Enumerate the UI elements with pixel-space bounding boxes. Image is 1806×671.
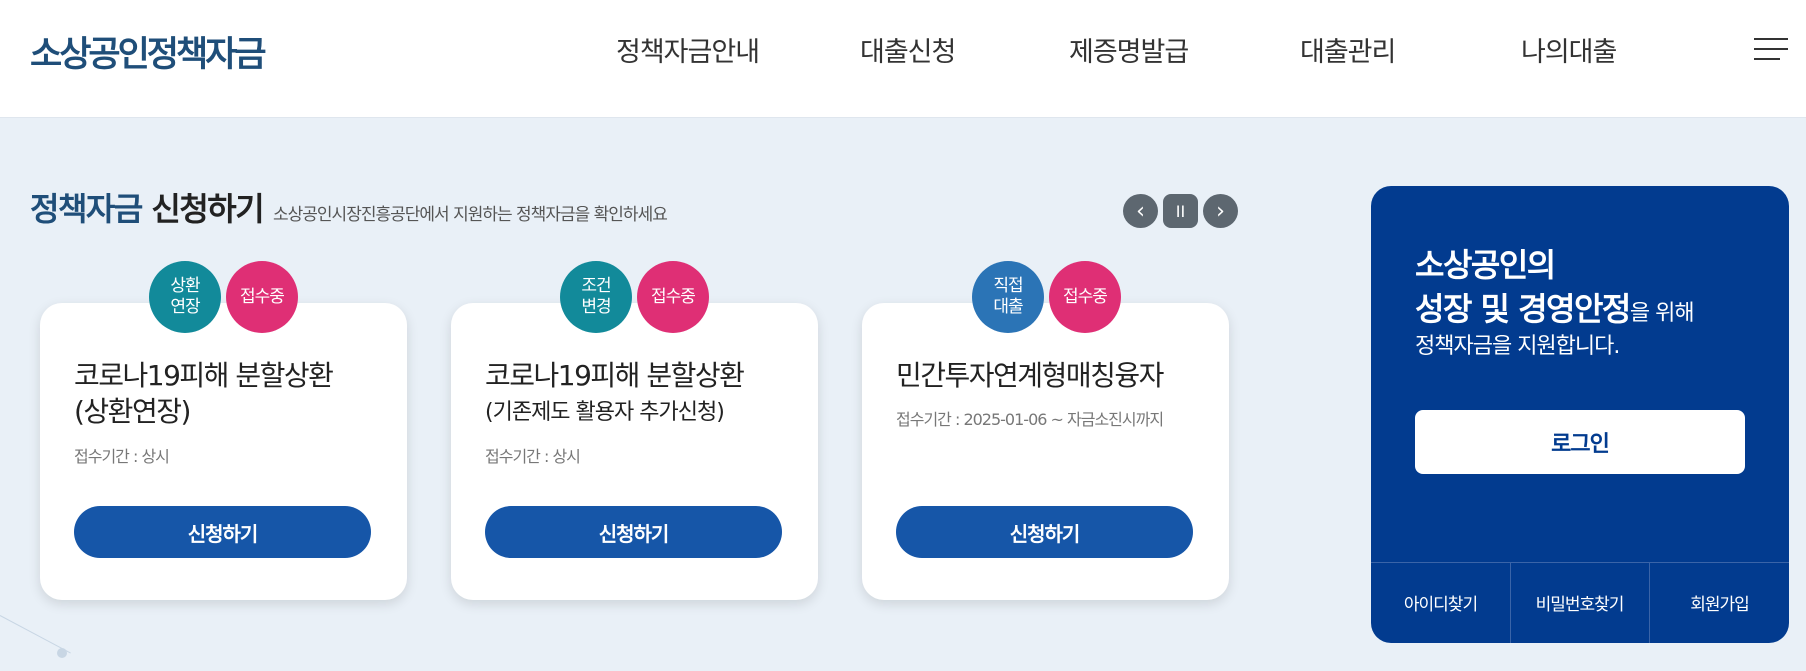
find-password-link[interactable]: 비밀번호찾기	[1510, 562, 1649, 643]
sign-up-link[interactable]: 회원가입	[1650, 562, 1789, 643]
badge-type: 직접 대출	[972, 261, 1044, 333]
badge-status: 접수중	[226, 261, 298, 333]
card-title: 코로나19피해 분할상환	[485, 359, 745, 392]
hamburger-line	[1754, 48, 1788, 50]
login-button[interactable]: 로그인	[1415, 410, 1745, 474]
card-title: 코로나19피해 분할상환 (상환연장)	[74, 359, 334, 428]
login-panel: 소상공인의 성장 및 경영안정을 위해 정책자금을 지원합니다. 로그인 아이디…	[1371, 186, 1789, 643]
carousel-next-button[interactable]: ›	[1203, 194, 1238, 228]
fund-card: 민간투자연계형매칭융자 접수기간 : 2025-01-06 ~ 자금소진시까지 …	[862, 303, 1229, 600]
fund-card: 코로나19피해 분할상환 (상환연장) 접수기간 : 상시 신청하기	[40, 303, 407, 600]
badge-type: 조건 변경	[560, 261, 632, 333]
section-subtitle: 소상공인시장진흥공단에서 지원하는 정책자금을 확인하세요	[273, 205, 668, 225]
section-title-accent: 정책자금	[30, 190, 143, 228]
nav-policy-fund-guide[interactable]: 정책자금안내	[616, 30, 760, 69]
badge-type: 상환 연장	[149, 261, 221, 333]
card-period: 접수기간 : 상시	[485, 447, 581, 466]
panel-description: 정책자금을 지원합니다.	[1415, 334, 1620, 359]
apply-button[interactable]: 신청하기	[896, 506, 1193, 558]
site-logo[interactable]: 소상공인정책자금	[30, 26, 267, 77]
panel-headline-1: 소상공인의	[1415, 246, 1556, 284]
chevron-right-icon: ›	[1216, 198, 1225, 224]
badge-status: 접수중	[637, 261, 709, 333]
section-title: 정책자금 신청하기	[30, 184, 265, 230]
hamburger-line	[1754, 38, 1788, 40]
fund-card: 코로나19피해 분할상환 (기존제도 활용자 추가신청) 접수기간 : 상시 신…	[451, 303, 818, 600]
decorative-dot	[57, 648, 67, 658]
apply-button[interactable]: 신청하기	[74, 506, 371, 558]
panel-headline-bold: 성장 및 경영안정	[1415, 290, 1631, 328]
section-title-rest: 신청하기	[141, 190, 264, 228]
carousel-prev-button[interactable]: ‹	[1123, 194, 1158, 228]
card-period: 접수기간 : 2025-01-06 ~ 자금소진시까지	[896, 410, 1164, 429]
nav-loan-apply[interactable]: 대출신청	[860, 30, 956, 69]
pause-icon: II	[1175, 201, 1186, 221]
hamburger-line	[1754, 58, 1780, 60]
nav-certificate-issue[interactable]: 제증명발급	[1069, 30, 1189, 69]
nav-loan-manage[interactable]: 대출관리	[1300, 30, 1396, 69]
panel-headline-small: 을 위해	[1629, 301, 1695, 326]
chevron-left-icon: ‹	[1136, 198, 1145, 224]
site-header: 소상공인정책자금 정책자금안내 대출신청 제증명발급 대출관리 나의대출	[0, 0, 1806, 118]
card-period: 접수기간 : 상시	[74, 447, 170, 466]
panel-headline-2: 성장 및 경영안정을 위해	[1415, 284, 1695, 330]
card-subtitle: (기존제도 활용자 추가신청)	[485, 400, 725, 425]
card-title: 민간투자연계형매칭융자	[896, 359, 1164, 392]
badge-status: 접수중	[1049, 261, 1121, 333]
apply-button[interactable]: 신청하기	[485, 506, 782, 558]
carousel-pause-button[interactable]: II	[1163, 194, 1198, 228]
nav-my-loan[interactable]: 나의대출	[1521, 30, 1617, 69]
find-id-link[interactable]: 아이디찾기	[1371, 562, 1510, 643]
hamburger-menu-icon[interactable]	[1754, 38, 1788, 62]
